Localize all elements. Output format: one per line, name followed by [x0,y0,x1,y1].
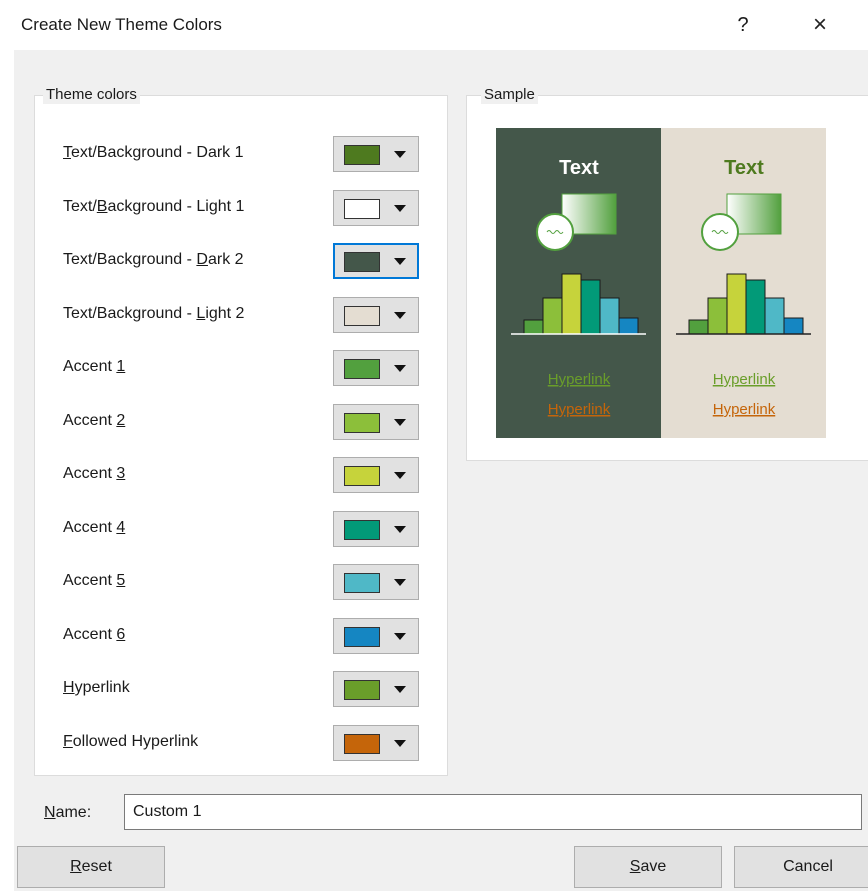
color-swatch [344,252,380,272]
color-picker-button[interactable] [333,136,419,172]
color-picker-button[interactable] [333,403,419,440]
sample-histogram-bar [580,279,601,335]
dropdown-arrow-icon [394,686,406,693]
dropdown-arrow-icon [394,204,406,212]
sample-histogram-bar [726,273,747,335]
sample-hyperlink: Hyperlink [548,371,611,388]
close-button[interactable]: × [800,8,840,42]
theme-color-label: Text/Background - Dark 2 [63,251,244,268]
dropdown-arrow-icon [394,525,406,533]
sample-text-label: Text [559,157,599,179]
theme-color-label: Accent 1 [63,358,126,375]
color-swatch [344,145,380,165]
theme-color-label: Accent 4 [63,518,126,536]
color-swatch [344,412,380,433]
theme-colors-legend: Theme colors [43,86,140,104]
sample-group: Sample Text Hyperlink Hyperlink Text Hyperli… [466,86,868,461]
dropdown-arrow-icon [394,151,406,158]
theme-color-label: Accent 3 [63,465,126,482]
color-picker-button[interactable] [333,724,419,761]
color-swatch [344,519,380,540]
reset-button[interactable]: Reset [17,846,165,888]
sample-histogram-bar [618,317,639,335]
color-picker-button[interactable] [333,350,419,386]
color-picker-button[interactable] [333,617,419,654]
color-swatch [344,198,380,219]
dropdown-arrow-icon [394,632,406,640]
color-swatch [344,305,380,326]
sample-hyperlink: Hyperlink [713,371,776,388]
save-button[interactable]: Save [574,846,722,888]
color-picker-button[interactable] [333,243,419,279]
title-bar: Create New Theme Colors ? × [0,0,868,50]
sample-histogram-bar [745,279,766,335]
theme-color-label: Accent 6 [63,625,126,643]
sample-legend: Sample [481,86,538,104]
color-swatch [344,573,380,593]
theme-color-label: Hyperlink [63,679,130,696]
color-swatch [344,626,380,647]
dropdown-arrow-icon [394,311,406,319]
color-swatch [344,359,380,379]
color-picker-button[interactable] [333,564,419,600]
name-input[interactable] [124,794,862,830]
sample-histogram-bar [783,317,804,335]
theme-color-label: Followed Hyperlink [63,732,199,750]
sample-histogram-bar [707,297,728,335]
sample-histogram-bar [542,297,563,335]
theme-color-label: Accent 2 [63,411,126,429]
theme-color-label: Text/Background - Light 1 [63,197,245,215]
cancel-button[interactable]: Cancel [734,846,868,888]
color-picker-button[interactable] [333,510,419,547]
sample-histogram-bar [688,319,709,335]
color-picker-button[interactable] [333,189,419,226]
sample-histogram-bar [561,273,582,335]
theme-color-label: Text/Background - Light 2 [63,304,245,322]
color-picker-button[interactable] [333,671,419,707]
sample-histogram-bar [599,297,620,335]
color-swatch [344,680,380,700]
dialog-body: Theme colors Text/Background - Dark 1 Tex… [14,50,868,891]
sample-histogram-bar [523,319,544,335]
theme-color-label: Text/Background - Dark 1 [63,144,244,161]
dropdown-arrow-icon [394,418,406,426]
color-swatch [344,466,380,486]
color-picker-button[interactable] [333,457,419,493]
theme-colors-group: Theme colors Text/Background - Dark 1 Tex… [34,86,448,776]
sample-histogram-bar [764,297,785,335]
sample-text-label: Text [724,157,764,179]
dropdown-arrow-icon [394,739,406,747]
help-button[interactable]: ? [728,10,758,40]
color-picker-button[interactable] [333,296,419,333]
theme-color-label: Accent 5 [63,572,126,589]
name-label: Name: [44,804,92,821]
dropdown-arrow-icon [394,365,406,372]
sample-preview: Text Hyperlink Hyperlink Text Hyperlink Hyper… [496,128,826,438]
color-swatch [344,733,380,754]
dialog-title: Create New Theme Colors [21,15,222,34]
sample-followed-hyperlink: Hyperlink [548,401,611,418]
dropdown-arrow-icon [394,472,406,479]
dropdown-arrow-icon [394,258,406,265]
dropdown-arrow-icon [394,579,406,586]
sample-followed-hyperlink: Hyperlink [713,401,776,418]
